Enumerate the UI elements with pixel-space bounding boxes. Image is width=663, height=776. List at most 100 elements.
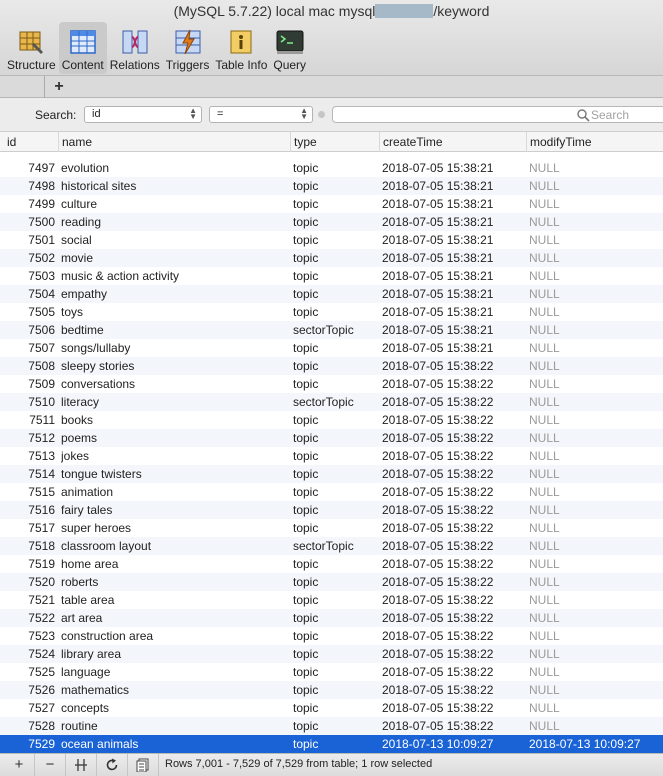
cell-modifytime[interactable]: NULL [529, 465, 663, 483]
cell-name[interactable]: reading [61, 213, 289, 231]
cell-name[interactable]: music & action activity [61, 267, 289, 285]
cell-name[interactable]: tongue twisters [61, 465, 289, 483]
cell-name[interactable]: language [61, 663, 289, 681]
cell-name[interactable]: fairy tales [61, 501, 289, 519]
cell-name[interactable]: ocean animals [61, 735, 289, 753]
cell-modifytime[interactable]: NULL [529, 195, 663, 213]
table-row[interactable]: 7526 mathematics topic 2018-07-05 15:38:22 N… [0, 681, 663, 699]
cell-id[interactable]: 7515 [0, 483, 55, 501]
cell-id[interactable]: 7526 [0, 681, 55, 699]
cell-createtime[interactable]: 2018-07-05 15:38:22 [382, 663, 526, 681]
filter-operator-select[interactable]: = ▲ ▼ [209, 106, 313, 123]
cell-type[interactable]: topic [293, 375, 378, 393]
cell-modifytime[interactable]: NULL [529, 321, 663, 339]
table-row[interactable]: 7507 songs/lullaby topic 2018-07-05 15:38:2… [0, 339, 663, 357]
cell-type[interactable]: topic [293, 195, 378, 213]
column-header-type[interactable]: type [290, 132, 379, 152]
cell-name[interactable]: classroom layout [61, 537, 289, 555]
cell-createtime[interactable]: 2018-07-05 15:38:21 [382, 321, 526, 339]
cell-id[interactable]: 7519 [0, 555, 55, 573]
cell-modifytime[interactable]: NULL [529, 609, 663, 627]
cell-name[interactable]: conversations [61, 375, 289, 393]
cell-createtime[interactable]: 2018-07-05 15:38:21 [382, 267, 526, 285]
cell-modifytime[interactable]: NULL [529, 411, 663, 429]
cell-id[interactable]: 7523 [0, 627, 55, 645]
cell-name[interactable]: art area [61, 609, 289, 627]
cell-name[interactable]: evolution [61, 159, 289, 177]
cell-id[interactable]: 7502 [0, 249, 55, 267]
cell-createtime[interactable]: 2018-07-05 15:38:22 [382, 627, 526, 645]
cell-createtime[interactable]: 2018-07-05 15:38:22 [382, 681, 526, 699]
cell-type[interactable]: topic [293, 267, 378, 285]
cell-createtime[interactable]: 2018-07-05 15:38:22 [382, 555, 526, 573]
filter-search-input[interactable] [591, 107, 663, 122]
cell-name[interactable]: construction area [61, 627, 289, 645]
cell-createtime[interactable]: 2018-07-05 15:38:21 [382, 159, 526, 177]
cell-type[interactable]: topic [293, 177, 378, 195]
cell-type[interactable]: topic [293, 519, 378, 537]
table-row[interactable]: 7508 sleepy stories topic 2018-07-05 15:38:… [0, 357, 663, 375]
cell-modifytime[interactable]: NULL [529, 681, 663, 699]
cell-type[interactable]: topic [293, 609, 378, 627]
table-row[interactable]: 7509 conversations topic 2018-07-05 15:38:2… [0, 375, 663, 393]
cell-modifytime[interactable]: NULL [529, 159, 663, 177]
filter-search-field[interactable] [332, 106, 663, 123]
cell-modifytime[interactable]: NULL [529, 249, 663, 267]
toolbar-table-info-button[interactable]: Table Info [212, 22, 270, 74]
table-row[interactable]: 7499 culture topic 2018-07-05 15:38:21 NULL [0, 195, 663, 213]
cell-modifytime[interactable]: NULL [529, 285, 663, 303]
table-row[interactable]: 7503 music & action activity topic 2018-07-… [0, 267, 663, 285]
cell-type[interactable]: topic [293, 627, 378, 645]
cell-name[interactable]: culture [61, 195, 289, 213]
cell-modifytime[interactable]: NULL [529, 177, 663, 195]
cell-createtime[interactable]: 2018-07-05 15:38:22 [382, 717, 526, 735]
add-row-button[interactable]: + [4, 754, 35, 776]
cell-type[interactable]: topic [293, 447, 378, 465]
cell-id[interactable]: 7506 [0, 321, 55, 339]
cell-modifytime[interactable]: NULL [529, 303, 663, 321]
cell-id[interactable]: 7509 [0, 375, 55, 393]
toolbar-content-button[interactable]: Content [58, 22, 107, 74]
cell-type[interactable]: topic [293, 591, 378, 609]
table-row[interactable]: 7518 classroom layout sectorTopic 2018-07-0… [0, 537, 663, 555]
table-body[interactable]: 7497 evolution topic 2018-07-05 15:38:21 NUL… [0, 153, 663, 753]
column-header-name[interactable]: name [58, 132, 290, 152]
cell-modifytime[interactable]: NULL [529, 375, 663, 393]
toolbar-relations-button[interactable]: Relations [107, 22, 163, 74]
cell-type[interactable]: topic [293, 303, 378, 321]
table-row[interactable]: 7506 bedtime sectorTopic 2018-07-05 15:38:2… [0, 321, 663, 339]
table-row[interactable]: 7522 art area topic 2018-07-05 15:38:22 NULL [0, 609, 663, 627]
table-row[interactable]: 7510 literacy sectorTopic 2018-07-05 15:38:… [0, 393, 663, 411]
cell-createtime[interactable]: 2018-07-05 15:38:22 [382, 483, 526, 501]
toolbar-triggers-button[interactable]: Triggers [163, 22, 213, 74]
cell-id[interactable]: 7498 [0, 177, 55, 195]
cell-type[interactable]: topic [293, 555, 378, 573]
table-row[interactable]: 7511 books topic 2018-07-05 15:38:22 NULL [0, 411, 663, 429]
cell-modifytime[interactable]: NULL [529, 555, 663, 573]
cell-id[interactable]: 7513 [0, 447, 55, 465]
cell-id[interactable]: 7507 [0, 339, 55, 357]
cell-createtime[interactable]: 2018-07-05 15:38:22 [382, 591, 526, 609]
cell-id[interactable]: 7499 [0, 195, 55, 213]
cell-modifytime[interactable]: NULL [529, 267, 663, 285]
cell-type[interactable]: topic [293, 483, 378, 501]
cell-type[interactable]: topic [293, 357, 378, 375]
cell-createtime[interactable]: 2018-07-05 15:38:22 [382, 393, 526, 411]
cell-id[interactable]: 7510 [0, 393, 55, 411]
cell-type[interactable]: topic [293, 339, 378, 357]
cell-type[interactable]: topic [293, 465, 378, 483]
table-row[interactable]: 7517 super heroes topic 2018-07-05 15:38:22… [0, 519, 663, 537]
table-row[interactable]: 7498 historical sites topic 2018-07-05 15:3… [0, 177, 663, 195]
column-header-id[interactable]: id [4, 132, 58, 152]
cell-name[interactable]: literacy [61, 393, 289, 411]
cell-modifytime[interactable]: NULL [529, 339, 663, 357]
cell-name[interactable]: toys [61, 303, 289, 321]
table-row[interactable]: 7523 construction area topic 2018-07-05 15:… [0, 627, 663, 645]
cell-type[interactable]: topic [293, 159, 378, 177]
cell-id[interactable]: 7501 [0, 231, 55, 249]
cell-createtime[interactable]: 2018-07-05 15:38:21 [382, 339, 526, 357]
table-row[interactable]: 7514 tongue twisters topic 2018-07-05 15:38… [0, 465, 663, 483]
table-row[interactable]: 7519 home area topic 2018-07-05 15:38:22 NUL… [0, 555, 663, 573]
cell-modifytime[interactable]: NULL [529, 645, 663, 663]
cell-modifytime[interactable]: NULL [529, 591, 663, 609]
